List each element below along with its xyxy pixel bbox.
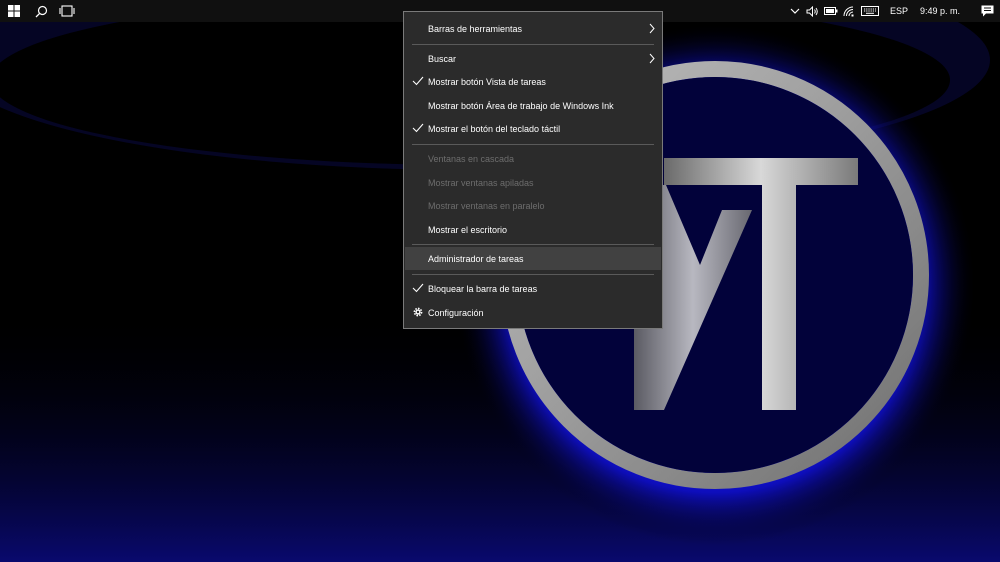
menu-separator — [412, 274, 654, 275]
menu-item-label: Bloquear la barra de tareas — [428, 283, 538, 294]
menu-item-label: Mostrar botón Área de trabajo de Windows… — [428, 100, 614, 111]
chevron-up-icon — [790, 8, 800, 14]
input-language-indicator[interactable]: ESP — [884, 6, 914, 16]
menu-separator — [412, 244, 654, 245]
menu-item-label: Mostrar botón Vista de tareas — [428, 76, 546, 87]
volume-icon — [806, 5, 819, 17]
checkmark-icon — [412, 123, 424, 133]
menu-item-search[interactable]: Buscar — [404, 47, 662, 70]
menu-item-task-manager[interactable]: Administrador de tareas — [405, 247, 661, 270]
menu-item-toolbars[interactable]: Barras de herramientas — [404, 17, 662, 40]
menu-item-settings[interactable]: Configuración — [404, 301, 662, 324]
taskbar-context-menu: Barras de herramientas Buscar Mostrar bo… — [403, 11, 663, 329]
menu-item-show-task-view[interactable]: Mostrar botón Vista de tareas — [404, 70, 662, 93]
search-icon — [35, 5, 47, 17]
menu-item-label: Mostrar ventanas apiladas — [428, 177, 534, 188]
menu-item-stacked-windows: Mostrar ventanas apiladas — [404, 171, 662, 194]
menu-item-label: Mostrar el escritorio — [428, 224, 508, 235]
menu-item-label: Configuración — [428, 307, 484, 318]
chevron-right-icon — [649, 53, 655, 64]
action-center-icon — [981, 5, 993, 17]
gear-icon — [413, 307, 423, 317]
chevron-right-icon — [649, 23, 655, 34]
checkmark-icon — [412, 76, 424, 86]
checkmark-icon — [412, 283, 424, 293]
clock[interactable]: 9:49 p. m. — [914, 6, 966, 16]
search-button[interactable] — [28, 0, 54, 22]
battery-button[interactable] — [822, 0, 840, 22]
menu-item-lock-taskbar[interactable]: Bloquear la barra de tareas — [404, 277, 662, 300]
network-button[interactable] — [840, 0, 858, 22]
battery-icon — [823, 7, 838, 15]
keyboard-icon — [860, 6, 879, 16]
wifi-icon — [843, 6, 854, 16]
menu-separator — [412, 144, 654, 145]
menu-item-label: Ventanas en cascada — [428, 153, 515, 164]
menu-item-label: Buscar — [428, 53, 457, 64]
start-button[interactable] — [0, 0, 28, 22]
menu-item-show-desktop[interactable]: Mostrar el escritorio — [404, 218, 662, 241]
volume-button[interactable] — [804, 0, 822, 22]
system-tray: ESP 9:49 p. m. — [786, 0, 1000, 22]
menu-item-label: Administrador de tareas — [428, 253, 524, 264]
menu-separator — [412, 44, 654, 45]
menu-item-side-by-side-windows: Mostrar ventanas en paralelo — [404, 194, 662, 217]
menu-item-cascade-windows: Ventanas en cascada — [404, 147, 662, 170]
menu-item-show-windows-ink[interactable]: Mostrar botón Área de trabajo de Windows… — [404, 94, 662, 117]
menu-item-label: Mostrar el botón del teclado táctil — [428, 123, 561, 134]
menu-item-label: Barras de herramientas — [428, 23, 523, 34]
windows-logo-icon — [8, 5, 20, 17]
task-view-button[interactable] — [54, 0, 80, 22]
action-center-button[interactable] — [974, 0, 1000, 22]
menu-item-show-touch-keyboard[interactable]: Mostrar el botón del teclado táctil — [404, 117, 662, 140]
task-view-icon — [59, 5, 75, 17]
menu-item-label: Mostrar ventanas en paralelo — [428, 200, 545, 211]
show-hidden-icons-button[interactable] — [786, 0, 804, 22]
touch-keyboard-button[interactable] — [858, 0, 882, 22]
